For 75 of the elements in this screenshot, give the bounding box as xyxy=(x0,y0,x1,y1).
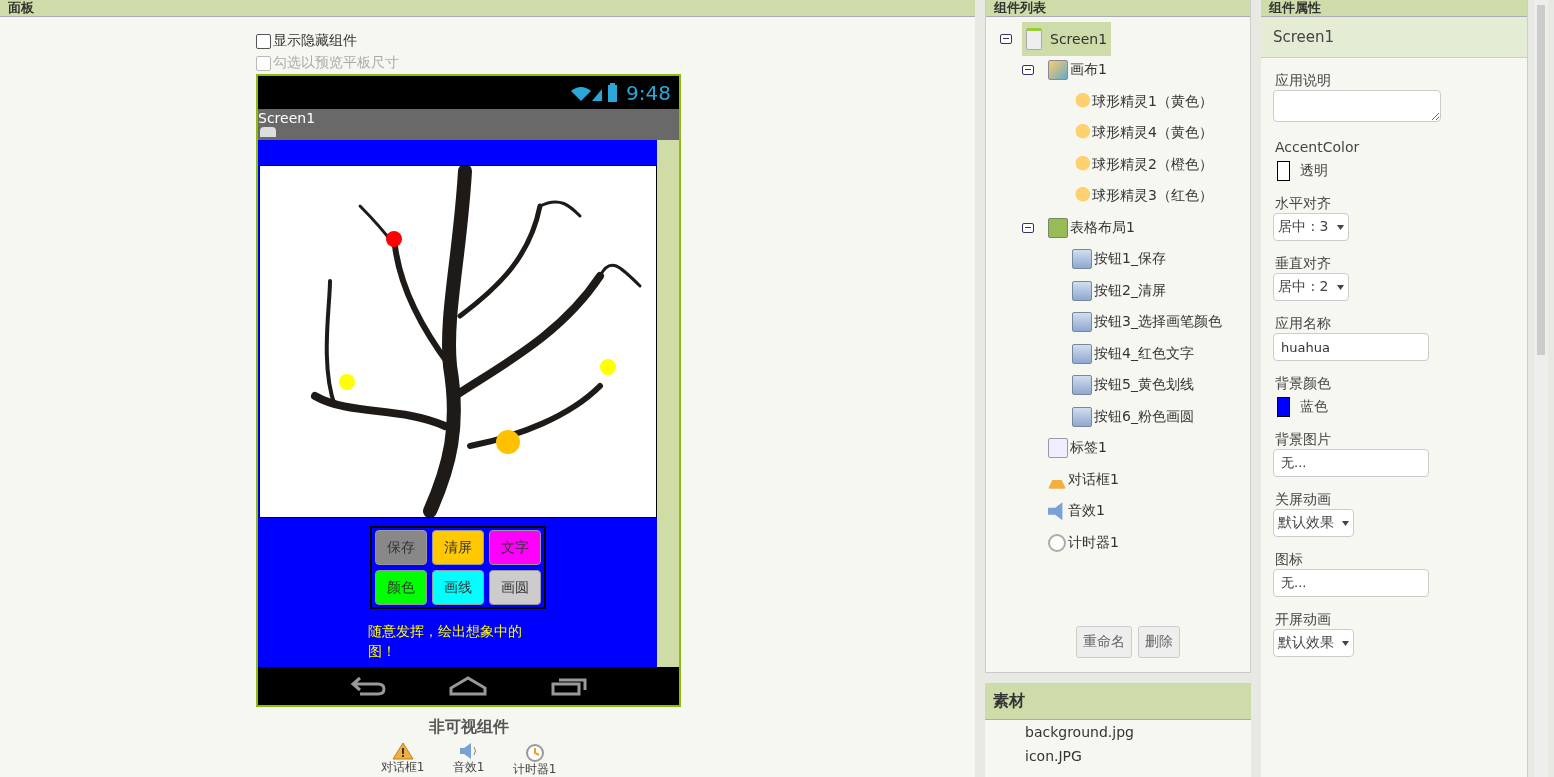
property-label: 图标 xyxy=(1275,550,1304,569)
screen-title: Screen1 xyxy=(258,109,316,127)
scrollbar-thumb[interactable] xyxy=(1537,5,1545,355)
property-label: 水平对齐 xyxy=(1275,194,1332,213)
home-icon xyxy=(449,676,488,696)
media-file[interactable]: background.jpg xyxy=(985,720,1251,744)
app-label: 随意发挥，绘出想象中的图！ xyxy=(367,622,523,661)
input-field[interactable]: 无... xyxy=(1273,449,1429,477)
input-field[interactable]: 无... xyxy=(1273,569,1429,597)
property-label: AccentColor xyxy=(1275,138,1361,157)
app-button[interactable]: 保存 xyxy=(374,530,427,565)
app-button[interactable]: 画线 xyxy=(431,570,484,605)
dropdown[interactable]: 默认效果 xyxy=(1273,509,1355,537)
tree-item[interactable]: 按钮1_保存 xyxy=(1068,247,1170,272)
color-swatch[interactable] xyxy=(1277,161,1290,181)
back-icon xyxy=(349,676,386,696)
status-time: 9:48 xyxy=(626,80,671,105)
dropdown[interactable]: 默认效果 xyxy=(1273,629,1355,657)
tree-item[interactable]: 球形精灵3（红色） xyxy=(1068,185,1217,208)
input-field[interactable]: huahua xyxy=(1273,333,1429,361)
tree-item[interactable]: 按钮4_红色文字 xyxy=(1068,341,1198,366)
tree-item[interactable]: 按钮2_清屏 xyxy=(1068,278,1170,303)
tree-item[interactable]: 音效1 xyxy=(1044,500,1109,523)
app-button[interactable]: 画圆 xyxy=(488,570,541,605)
dropdown[interactable]: 居中 : 3 xyxy=(1273,213,1349,241)
app-button[interactable]: 颜色 xyxy=(374,570,427,605)
tree-item[interactable]: 球形精灵4（黄色） xyxy=(1068,122,1217,145)
app-button[interactable]: 清屏 xyxy=(431,530,484,565)
property-label: 开屏动画 xyxy=(1275,610,1332,629)
tree-item[interactable]: 按钮3_选择画笔颜色 xyxy=(1068,310,1226,335)
panel-button[interactable]: 删除 xyxy=(1138,626,1180,658)
collapse-toggle[interactable] xyxy=(1000,33,1012,44)
tree-item[interactable]: 按钮5_黄色划线 xyxy=(1068,373,1198,398)
title-bar-icon xyxy=(260,127,276,137)
panel-button[interactable]: 重命名 xyxy=(1076,626,1132,658)
color-name[interactable]: 透明 xyxy=(1300,162,1328,180)
property-label: 背景颜色 xyxy=(1275,374,1332,393)
caret-icon xyxy=(1342,520,1350,526)
alarm-clock-icon xyxy=(523,742,546,762)
caret-icon xyxy=(1337,284,1344,290)
collapse-toggle[interactable] xyxy=(1022,222,1034,233)
property-label: 应用名称 xyxy=(1275,314,1332,333)
tree-item[interactable]: 球形精灵1（黄色） xyxy=(1068,90,1217,113)
property-label: 垂直对齐 xyxy=(1275,254,1332,273)
warning-icon xyxy=(391,742,414,760)
color-swatch[interactable] xyxy=(1277,397,1290,417)
caret-icon xyxy=(1337,224,1344,230)
property-label: 应用说明 xyxy=(1275,71,1332,90)
collapse-toggle[interactable] xyxy=(1022,65,1034,76)
property-label: 关屏动画 xyxy=(1275,490,1332,509)
media-file[interactable]: icon.JPG xyxy=(985,744,1251,768)
tree-item[interactable]: 标签1 xyxy=(1044,436,1111,461)
tree-item[interactable]: 画布1 xyxy=(1044,58,1111,83)
nonvisible-label: 计时器1 xyxy=(512,762,557,776)
recent-apps-icon xyxy=(551,676,588,696)
tree-item[interactable]: Screen1 xyxy=(1022,21,1112,56)
color-name[interactable]: 蓝色 xyxy=(1300,398,1328,416)
app-button[interactable]: 文字 xyxy=(488,530,541,565)
nonvisible-label: 音效1 xyxy=(452,760,485,774)
checkbox-option[interactable]: 显示隐藏组件 xyxy=(256,31,399,51)
caret-icon xyxy=(1342,640,1350,646)
tree-item[interactable]: 球形精灵2（橙色） xyxy=(1068,153,1217,176)
panel-header: 组件属性 xyxy=(1261,0,1527,17)
tree-item[interactable]: 对话框1 xyxy=(1044,468,1123,491)
tree-item[interactable]: 按钮6_粉色画圆 xyxy=(1068,404,1198,429)
selected-component-name: Screen1 xyxy=(1261,17,1527,58)
panel-header: 面板 xyxy=(0,0,975,17)
property-label: 背景图片 xyxy=(1275,430,1332,449)
nonvisible-title: 非可视组件 xyxy=(427,717,510,738)
tree-item[interactable]: 计时器1 xyxy=(1044,531,1123,554)
nonvisible-label: 对话框1 xyxy=(380,760,425,774)
panel-header: 组件列表 xyxy=(986,0,1250,17)
dropdown[interactable]: 居中 : 2 xyxy=(1273,273,1349,301)
panel-header: 素材 xyxy=(985,683,1251,720)
tree-item[interactable]: 表格布局1 xyxy=(1044,215,1139,240)
